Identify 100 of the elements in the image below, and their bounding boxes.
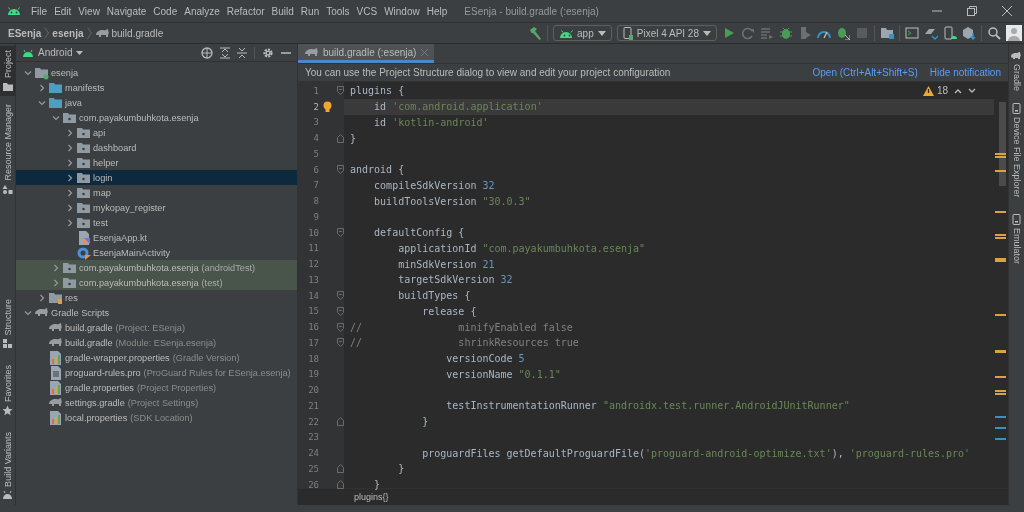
crosshair-icon[interactable] [201, 46, 213, 59]
tree-item[interactable]: build.gradle (Module: ESenja.esenja) [16, 335, 297, 350]
menu-item[interactable]: VCS [353, 3, 381, 19]
chevron-down-icon[interactable] [24, 308, 32, 317]
settings-icon[interactable] [262, 46, 274, 59]
tree-item[interactable]: build.gradle (Project: ESenja) [16, 320, 297, 335]
fold-end-icon[interactable] [336, 133, 344, 143]
chevron-right-icon[interactable] [66, 173, 74, 182]
tree-item[interactable]: api [16, 125, 297, 140]
chevron-right-icon[interactable] [66, 203, 74, 212]
tree-item[interactable]: proguard-rules.pro (ProGuard Rules for ESenja.esenja) [16, 365, 297, 380]
chevron-up-icon[interactable] [954, 87, 962, 94]
chevron-right-icon[interactable] [52, 263, 60, 272]
menu-item[interactable]: Refactor [223, 3, 268, 19]
run-config-dropdown[interactable]: app [553, 25, 612, 41]
bug-icon[interactable] [779, 26, 793, 40]
tree-item[interactable]: EsenjaMainActivity [16, 245, 297, 260]
bug-arrow-icon[interactable] [836, 26, 850, 40]
terminal-window-icon[interactable] [905, 26, 919, 40]
fold-marker-icon[interactable] [336, 291, 344, 301]
chevron-right-icon[interactable] [52, 278, 60, 287]
menu-item[interactable]: Code [150, 3, 181, 19]
tree-item[interactable]: mykopay_register [16, 200, 297, 215]
tree-item[interactable]: java [16, 95, 297, 110]
device-manager-icon[interactable] [943, 26, 957, 40]
tool-window-tab[interactable]: Device File Explorer [1008, 99, 1024, 202]
search-icon[interactable] [987, 26, 1001, 40]
apply-changes-icon[interactable] [760, 26, 774, 40]
menu-item[interactable]: File [28, 3, 51, 19]
avatar-icon[interactable] [1006, 25, 1022, 41]
menu-item[interactable]: Run [297, 3, 323, 19]
tool-window-tab[interactable]: Gradle [1008, 46, 1024, 95]
notification-link[interactable]: Hide notification [929, 67, 1001, 78]
tool-window-tab[interactable]: Emulator [1008, 209, 1024, 268]
tree-item[interactable]: test [16, 215, 297, 230]
chevron-right-icon[interactable] [66, 143, 74, 152]
code-breadcrumb[interactable]: plugins{} [354, 492, 389, 502]
tree-item[interactable]: esenja [16, 65, 297, 80]
chevron-right-icon[interactable] [66, 218, 74, 227]
breadcrumb-item[interactable]: build.gradle [111, 27, 164, 39]
chevron-right-icon[interactable] [38, 293, 46, 302]
project-structure-icon[interactable] [880, 26, 894, 40]
tree-item[interactable]: com.payakumbuhkota.esenja (androidTest) [16, 260, 297, 275]
tree-item[interactable]: settings.gradle (Project Settings) [16, 395, 297, 410]
breadcrumb-item[interactable]: ESenja [8, 27, 42, 39]
fold-end-icon[interactable] [336, 417, 344, 427]
run-icon[interactable] [722, 26, 736, 40]
fold-marker-icon[interactable] [336, 338, 344, 348]
tree-item[interactable]: dashboard [16, 140, 297, 155]
chevron-down-icon[interactable] [968, 87, 976, 94]
tree-item[interactable]: EsenjaApp.kt [16, 230, 297, 245]
chevron-down-icon[interactable] [24, 68, 32, 77]
chevron-down-icon[interactable] [38, 98, 46, 107]
tree-item[interactable]: login [16, 170, 297, 185]
chevron-right-icon[interactable] [66, 188, 74, 197]
menu-item[interactable]: Help [423, 3, 451, 19]
fold-marker-icon[interactable] [336, 322, 344, 332]
chevron-down-icon[interactable] [52, 113, 60, 122]
tool-window-tab[interactable]: Favorites [0, 361, 16, 421]
fold-marker-icon[interactable] [336, 306, 344, 316]
warning-count[interactable]: 18 [922, 85, 948, 96]
fold-marker-icon[interactable] [336, 228, 344, 238]
tree-item[interactable]: res [16, 290, 297, 305]
menu-item[interactable]: Edit [51, 3, 75, 19]
lightbulb-icon[interactable] [323, 100, 332, 113]
tree-item[interactable]: manifests [16, 80, 297, 95]
expand-all-icon[interactable] [220, 46, 230, 59]
tree-item[interactable]: local.properties (SDK Location) [16, 410, 297, 425]
tool-window-tab[interactable]: Build Variants [0, 428, 16, 505]
tree-item[interactable]: com.payakumbuhkota.esenja (test) [16, 275, 297, 290]
tree-item[interactable]: Gradle Scripts [16, 305, 297, 320]
restore-icon[interactable] [966, 6, 977, 16]
device-dropdown[interactable]: Pixel 4 API 28 [616, 25, 717, 41]
menu-item[interactable]: Window [381, 3, 423, 19]
fold-marker-icon[interactable] [336, 86, 344, 96]
notification-link[interactable]: Open (Ctrl+Alt+Shift+S) [812, 67, 918, 78]
chevron-right-icon[interactable] [66, 128, 74, 137]
menu-item[interactable]: Build [268, 3, 297, 19]
menu-item[interactable]: Navigate [103, 3, 150, 19]
view-selector[interactable]: Android [22, 47, 84, 58]
menu-item[interactable]: View [75, 3, 103, 19]
menu-item[interactable]: Tools [323, 3, 353, 19]
editor-tab[interactable]: build.gradle (:esenja) [298, 44, 435, 63]
tree-item[interactable]: gradle-wrapper.properties (Gradle Version) [16, 350, 297, 365]
fold-marker-icon[interactable] [336, 165, 344, 175]
chevron-right-icon[interactable] [38, 83, 46, 92]
package-download-icon[interactable] [962, 26, 976, 40]
rerun-icon[interactable] [741, 26, 755, 40]
menu-item[interactable]: Analyze [181, 3, 223, 19]
chevron-right-icon[interactable] [66, 158, 74, 167]
tree-item[interactable]: map [16, 185, 297, 200]
hammer-icon[interactable] [528, 26, 543, 40]
tool-window-tab[interactable]: Resource Manager [0, 100, 16, 199]
attach-icon[interactable] [798, 26, 812, 40]
tool-window-tab[interactable]: Project [0, 46, 16, 96]
breadcrumb-item[interactable]: esenja [52, 27, 84, 39]
close-icon[interactable] [1001, 6, 1012, 16]
collapse-all-icon[interactable] [237, 46, 247, 59]
tree-item[interactable]: gradle.properties (Project Properties) [16, 380, 297, 395]
tree-item[interactable]: com.payakumbuhkota.esenja [16, 110, 297, 125]
